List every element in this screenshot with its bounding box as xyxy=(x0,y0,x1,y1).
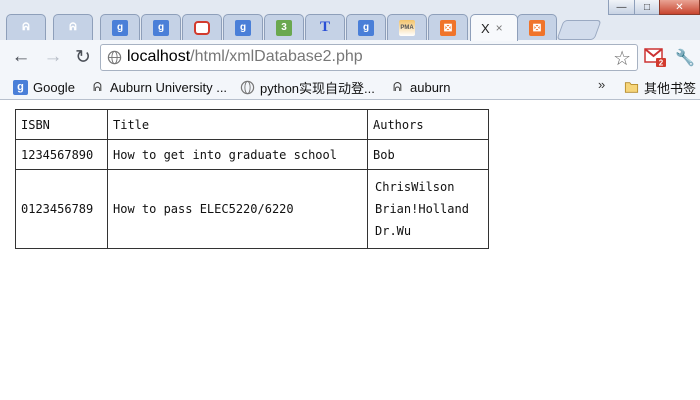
google-g-icon: g xyxy=(13,79,28,95)
auburn-tiger-icon: ᕱ xyxy=(69,22,77,33)
table-row: 1234567890 How to get into graduate scho… xyxy=(15,139,489,170)
reload-icon: ↻ xyxy=(75,46,91,68)
page-content: ISBN Title Authors 1234567890 How to get… xyxy=(0,100,700,400)
bookmark-python[interactable]: python实现自动登... xyxy=(240,78,375,96)
tab-xampp-1[interactable]: ⊠ xyxy=(428,14,468,40)
browser-chrome: ᕱ ᕱ g g g 3 T g PMA ⊠ X × ⊠ — □ ✕ ← → ↻ … xyxy=(0,0,700,100)
url-text: localhost/html/xmlDatabase2.php xyxy=(127,48,363,66)
cell-isbn: 0123456789 xyxy=(15,169,108,249)
cell-isbn: 1234567890 xyxy=(15,139,108,170)
bookmark-star-icon[interactable]: ☆ xyxy=(613,46,631,71)
table-row: 0123456789 How to pass ELEC5220/6220 Chr… xyxy=(15,169,489,249)
gmail-extension-icon[interactable]: 2 xyxy=(644,46,666,68)
column-header-title: Title xyxy=(107,109,368,140)
url-host: localhost xyxy=(127,48,191,65)
tab-oracle[interactable] xyxy=(182,14,222,40)
xampp-icon: ⊠ xyxy=(529,19,545,36)
google-g-icon: g xyxy=(153,19,169,36)
tab-xampp-2[interactable]: ⊠ xyxy=(517,14,557,40)
gmail-count: 2 xyxy=(659,59,664,68)
author-name: ChrisWilson xyxy=(375,180,455,194)
other-bookmarks-label: 其他书签 xyxy=(644,80,697,96)
column-header-authors: Authors xyxy=(367,109,489,140)
tab-green-3[interactable]: 3 xyxy=(264,14,304,40)
tab-google-1[interactable]: g xyxy=(100,14,140,40)
t-letter-icon: T xyxy=(319,19,330,35)
google-g-icon: g xyxy=(112,19,128,36)
table-header-row: ISBN Title Authors xyxy=(15,109,489,140)
globe-icon xyxy=(240,80,255,95)
tab-auburn-1[interactable]: ᕱ xyxy=(6,14,46,40)
maximize-icon: □ xyxy=(643,1,651,13)
minimize-icon: — xyxy=(616,1,627,13)
reload-button[interactable]: ↻ xyxy=(72,46,94,68)
other-bookmarks-folder[interactable]: 其他书签 xyxy=(624,78,696,96)
wrench-icon[interactable]: 🔧 xyxy=(675,48,695,67)
tab-active[interactable]: X × xyxy=(470,14,518,41)
tab-phpmyadmin[interactable]: PMA xyxy=(387,14,427,40)
cell-title: How to get into graduate school xyxy=(107,139,368,170)
bookmark-label: auburn xyxy=(410,79,451,95)
google-g-icon: g xyxy=(358,19,374,36)
author-name: Brian!Holland xyxy=(375,202,469,216)
active-tab-title: X xyxy=(481,20,490,36)
auburn-tiger-icon: ᕱ xyxy=(393,79,402,94)
bookmark-label: Google xyxy=(33,79,75,95)
google-g-icon: g xyxy=(235,19,251,36)
bookmarks-bar: g Google ᕱ Auburn University ... python实… xyxy=(0,75,700,100)
close-icon: ✕ xyxy=(675,1,684,13)
bookmark-auburn[interactable]: ᕱ auburn xyxy=(390,78,450,96)
tab-t[interactable]: T xyxy=(305,14,345,40)
window-close-button[interactable]: ✕ xyxy=(659,0,700,15)
minimize-button[interactable]: — xyxy=(608,0,635,15)
bookmark-auburn-university[interactable]: ᕱ Auburn University ... xyxy=(90,78,227,96)
tab-google-4[interactable]: g xyxy=(346,14,386,40)
arrow-left-icon: ← xyxy=(11,46,31,67)
author-name: Dr.Wu xyxy=(375,224,412,238)
cell-authors: ChrisWilson Brian!Holland Dr.Wu xyxy=(367,169,489,249)
maximize-button[interactable]: □ xyxy=(634,0,660,15)
back-button[interactable]: ← xyxy=(10,46,32,68)
address-bar[interactable]: localhost/html/xmlDatabase2.php ☆ xyxy=(100,44,638,71)
tab-auburn-2[interactable]: ᕱ xyxy=(53,14,93,40)
books-table: ISBN Title Authors 1234567890 How to get… xyxy=(15,109,489,249)
auburn-tiger-icon: ᕱ xyxy=(93,79,102,94)
phpmyadmin-icon: PMA xyxy=(399,19,415,36)
tab-google-2[interactable]: g xyxy=(141,14,181,40)
url-path: /html/xmlDatabase2.php xyxy=(190,48,363,65)
bookmark-label: python实现自动登... xyxy=(260,80,375,96)
auburn-tiger-icon: ᕱ xyxy=(22,22,30,33)
page-globe-icon xyxy=(107,50,122,65)
oracle-icon xyxy=(194,20,210,35)
cell-title: How to pass ELEC5220/6220 xyxy=(107,169,368,249)
bookmarks-overflow-chevron[interactable]: » xyxy=(598,77,605,92)
author-name: Bob xyxy=(373,147,395,162)
navigation-toolbar: ← → ↻ localhost/html/xmlDatabase2.php ☆ … xyxy=(0,40,700,75)
xampp-icon: ⊠ xyxy=(440,19,456,36)
green-3-icon: 3 xyxy=(276,19,292,36)
tab-strip: ᕱ ᕱ g g g 3 T g PMA ⊠ X × ⊠ — □ ✕ xyxy=(0,0,700,41)
bookmark-label: Auburn University ... xyxy=(110,79,228,95)
column-header-isbn: ISBN xyxy=(15,109,108,140)
cell-authors: Bob xyxy=(367,139,489,170)
tab-google-3[interactable]: g xyxy=(223,14,263,40)
tab-close-icon[interactable]: × xyxy=(496,21,503,35)
folder-icon xyxy=(624,80,639,95)
forward-button[interactable]: → xyxy=(42,46,64,68)
bookmark-google[interactable]: g Google xyxy=(13,78,75,96)
new-tab-button[interactable] xyxy=(556,20,602,40)
arrow-right-icon: → xyxy=(43,46,63,67)
